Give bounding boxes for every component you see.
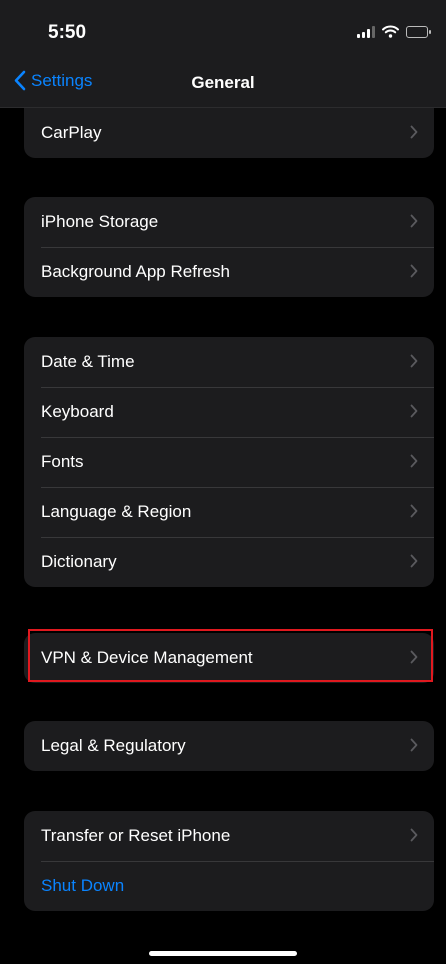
chevron-right-icon (410, 504, 418, 518)
chevron-right-icon (410, 125, 418, 139)
chevron-right-icon (410, 454, 418, 468)
chevron-right-icon (410, 354, 418, 368)
row-label: Fonts (41, 452, 84, 471)
status-bar: 5:50 (0, 0, 446, 62)
row-label: Dictionary (41, 552, 117, 571)
chevron-right-icon (410, 264, 418, 278)
navigation-bar: Settings General (0, 62, 446, 108)
row-label: Transfer or Reset iPhone (41, 826, 231, 845)
row-fonts[interactable]: Fonts (24, 437, 434, 487)
settings-group-carplay: CarPlay (24, 108, 434, 158)
status-time: 5:50 (48, 22, 87, 43)
chevron-right-icon (410, 554, 418, 568)
home-indicator[interactable] (149, 951, 297, 956)
row-legal-regulatory[interactable]: Legal & Regulatory (24, 721, 434, 771)
chevron-right-icon (410, 214, 418, 228)
battery-icon (406, 25, 431, 38)
row-background-app-refresh[interactable]: Background App Refresh (24, 247, 434, 297)
settings-group-locale: Date & Time Keyboard Fonts Language & Re… (24, 337, 434, 587)
row-carplay[interactable]: CarPlay (24, 108, 434, 158)
row-label: iPhone Storage (41, 212, 159, 231)
row-label: Background App Refresh (41, 262, 231, 281)
cellular-signal-icon (357, 25, 375, 38)
chevron-right-icon (410, 828, 418, 842)
row-language-region[interactable]: Language & Region (24, 487, 434, 537)
wifi-icon (382, 25, 399, 38)
row-keyboard[interactable]: Keyboard (24, 387, 434, 437)
row-label: Keyboard (41, 402, 114, 421)
settings-group-storage: iPhone Storage Background App Refresh (24, 197, 434, 297)
row-date-time[interactable]: Date & Time (24, 337, 434, 387)
row-label: CarPlay (41, 123, 102, 142)
shut-down-button[interactable]: Shut Down (24, 861, 434, 911)
row-transfer-reset[interactable]: Transfer or Reset iPhone (24, 811, 434, 861)
row-label: Shut Down (41, 876, 125, 895)
page-title: General (191, 73, 255, 92)
row-label: Language & Region (41, 502, 192, 521)
settings-group-reset: Transfer or Reset iPhone Shut Down (24, 811, 434, 911)
status-icons (357, 25, 431, 38)
row-label: Legal & Regulatory (41, 736, 186, 755)
row-label: Date & Time (41, 352, 135, 371)
row-dictionary[interactable]: Dictionary (24, 537, 434, 587)
row-iphone-storage[interactable]: iPhone Storage (24, 197, 434, 247)
highlight-box (28, 629, 433, 682)
chevron-right-icon (410, 404, 418, 418)
settings-group-legal: Legal & Regulatory (24, 721, 434, 771)
chevron-right-icon (410, 738, 418, 752)
